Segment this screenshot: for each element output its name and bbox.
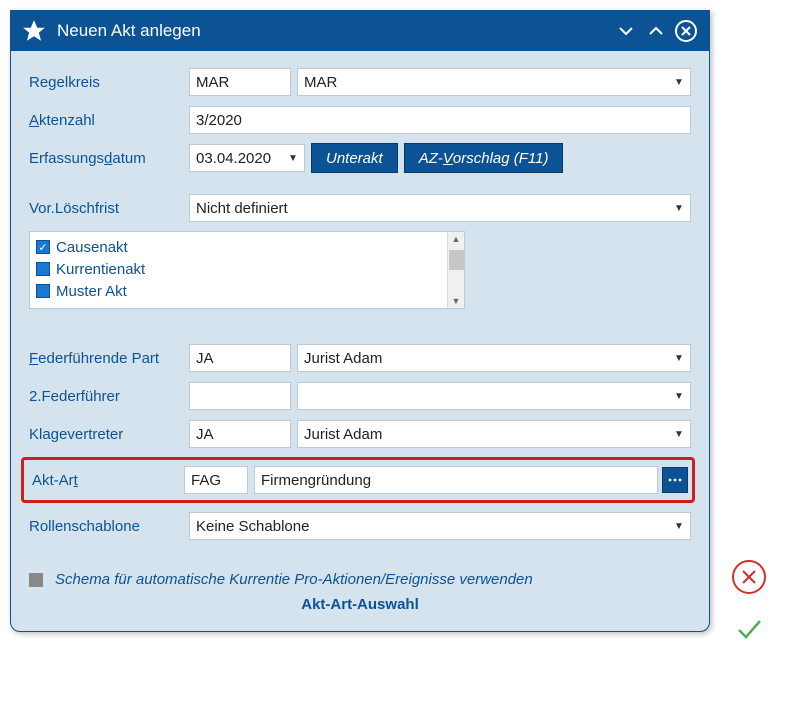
star-icon	[21, 18, 47, 44]
titlebar: Neuen Akt anlegen	[11, 11, 709, 51]
rollenschablone-combo[interactable]: Keine Schablone ▼	[189, 512, 691, 540]
klagevertreter-name-combo[interactable]: Jurist Adam ▼	[297, 420, 691, 448]
regelkreis-name-combo[interactable]: MAR ▼	[297, 68, 691, 96]
klagevertreter-code-input[interactable]: JA	[189, 420, 291, 448]
chevron-down-icon: ▼	[671, 350, 687, 366]
dialog-new-akt: Neuen Akt anlegen Regelkreis MAR MAR ▼ A…	[10, 10, 710, 632]
label-aktenzahl: Aktenzahl	[29, 112, 189, 129]
collapse-up-icon[interactable]	[643, 18, 669, 44]
label-rollenschablone: Rollenschablone	[29, 518, 189, 535]
loeschfrist-combo[interactable]: Nicht definiert ▼	[189, 194, 691, 222]
dialog-body: Regelkreis MAR MAR ▼ Aktenzahl 3/2020 Er…	[11, 51, 709, 631]
chevron-down-icon: ▼	[285, 150, 301, 166]
aktenzahl-input[interactable]: 3/2020	[189, 106, 691, 134]
unterakt-button[interactable]: Unterakt	[311, 143, 398, 173]
checkbox-icon[interactable]: ✓	[36, 240, 50, 254]
chevron-down-icon: ▼	[671, 388, 687, 404]
akt-types-listbox[interactable]: ✓ Causenakt Kurrentienakt Muster Akt ▲ ▼	[29, 231, 465, 309]
scroll-up-icon[interactable]: ▲	[452, 232, 461, 246]
aktart-code-input[interactable]: FAG	[184, 466, 248, 494]
list-item[interactable]: ✓ Causenakt	[36, 236, 458, 258]
federfuehrend-name-combo[interactable]: Jurist Adam ▼	[297, 344, 691, 372]
chevron-down-icon: ▼	[671, 200, 687, 216]
akt-art-row-highlighted: Akt-Art FAG Firmengründung	[21, 457, 695, 503]
collapse-down-icon[interactable]	[613, 18, 639, 44]
label-erfassungsdatum: Erfassungsdatum	[29, 150, 189, 167]
chevron-down-icon: ▼	[671, 426, 687, 442]
aktart-browse-button[interactable]	[662, 467, 688, 493]
schema-checkbox-row[interactable]: Schema für automatische Kurrentie Pro-Ak…	[29, 571, 691, 588]
scroll-down-icon[interactable]: ▼	[452, 294, 461, 308]
dialog-title: Neuen Akt anlegen	[57, 21, 609, 41]
label-aktart: Akt-Art	[32, 472, 184, 489]
label-regelkreis: Regelkreis	[29, 74, 189, 91]
label-klagevertreter: Klagevertreter	[29, 426, 189, 443]
label-loeschfrist: Vor.Löschfrist	[29, 200, 189, 217]
label-federfuehrer2: 2.Federführer	[29, 388, 189, 405]
chevron-down-icon: ▼	[671, 518, 687, 534]
label-federfuehrend: Federführende Part	[29, 350, 189, 367]
aktart-auswahl-link[interactable]: Akt-Art-Auswahl	[29, 588, 691, 623]
checkbox-icon[interactable]	[36, 262, 50, 276]
close-icon[interactable]	[673, 18, 699, 44]
aktart-name-input[interactable]: Firmengründung	[254, 466, 658, 494]
federfuehrer2-name-combo[interactable]: ▼	[297, 382, 691, 410]
federfuehrend-code-input[interactable]: JA	[189, 344, 291, 372]
federfuehrer2-code-input[interactable]	[189, 382, 291, 410]
checkbox-icon[interactable]	[29, 573, 43, 587]
confirm-button[interactable]	[732, 612, 766, 646]
erfassungsdatum-picker[interactable]: 03.04.2020 ▼	[189, 144, 305, 172]
cancel-button[interactable]	[732, 560, 766, 594]
az-vorschlag-button[interactable]: AZ-Vorschlag (F11)	[404, 143, 564, 173]
list-item[interactable]: Muster Akt	[36, 280, 458, 302]
regelkreis-code-input[interactable]: MAR	[189, 68, 291, 96]
side-actions	[732, 560, 766, 646]
checkbox-icon[interactable]	[36, 284, 50, 298]
list-item[interactable]: Kurrentienakt	[36, 258, 458, 280]
chevron-down-icon: ▼	[671, 74, 687, 90]
scrollbar[interactable]: ▲ ▼	[447, 232, 464, 308]
scroll-thumb[interactable]	[449, 250, 464, 270]
